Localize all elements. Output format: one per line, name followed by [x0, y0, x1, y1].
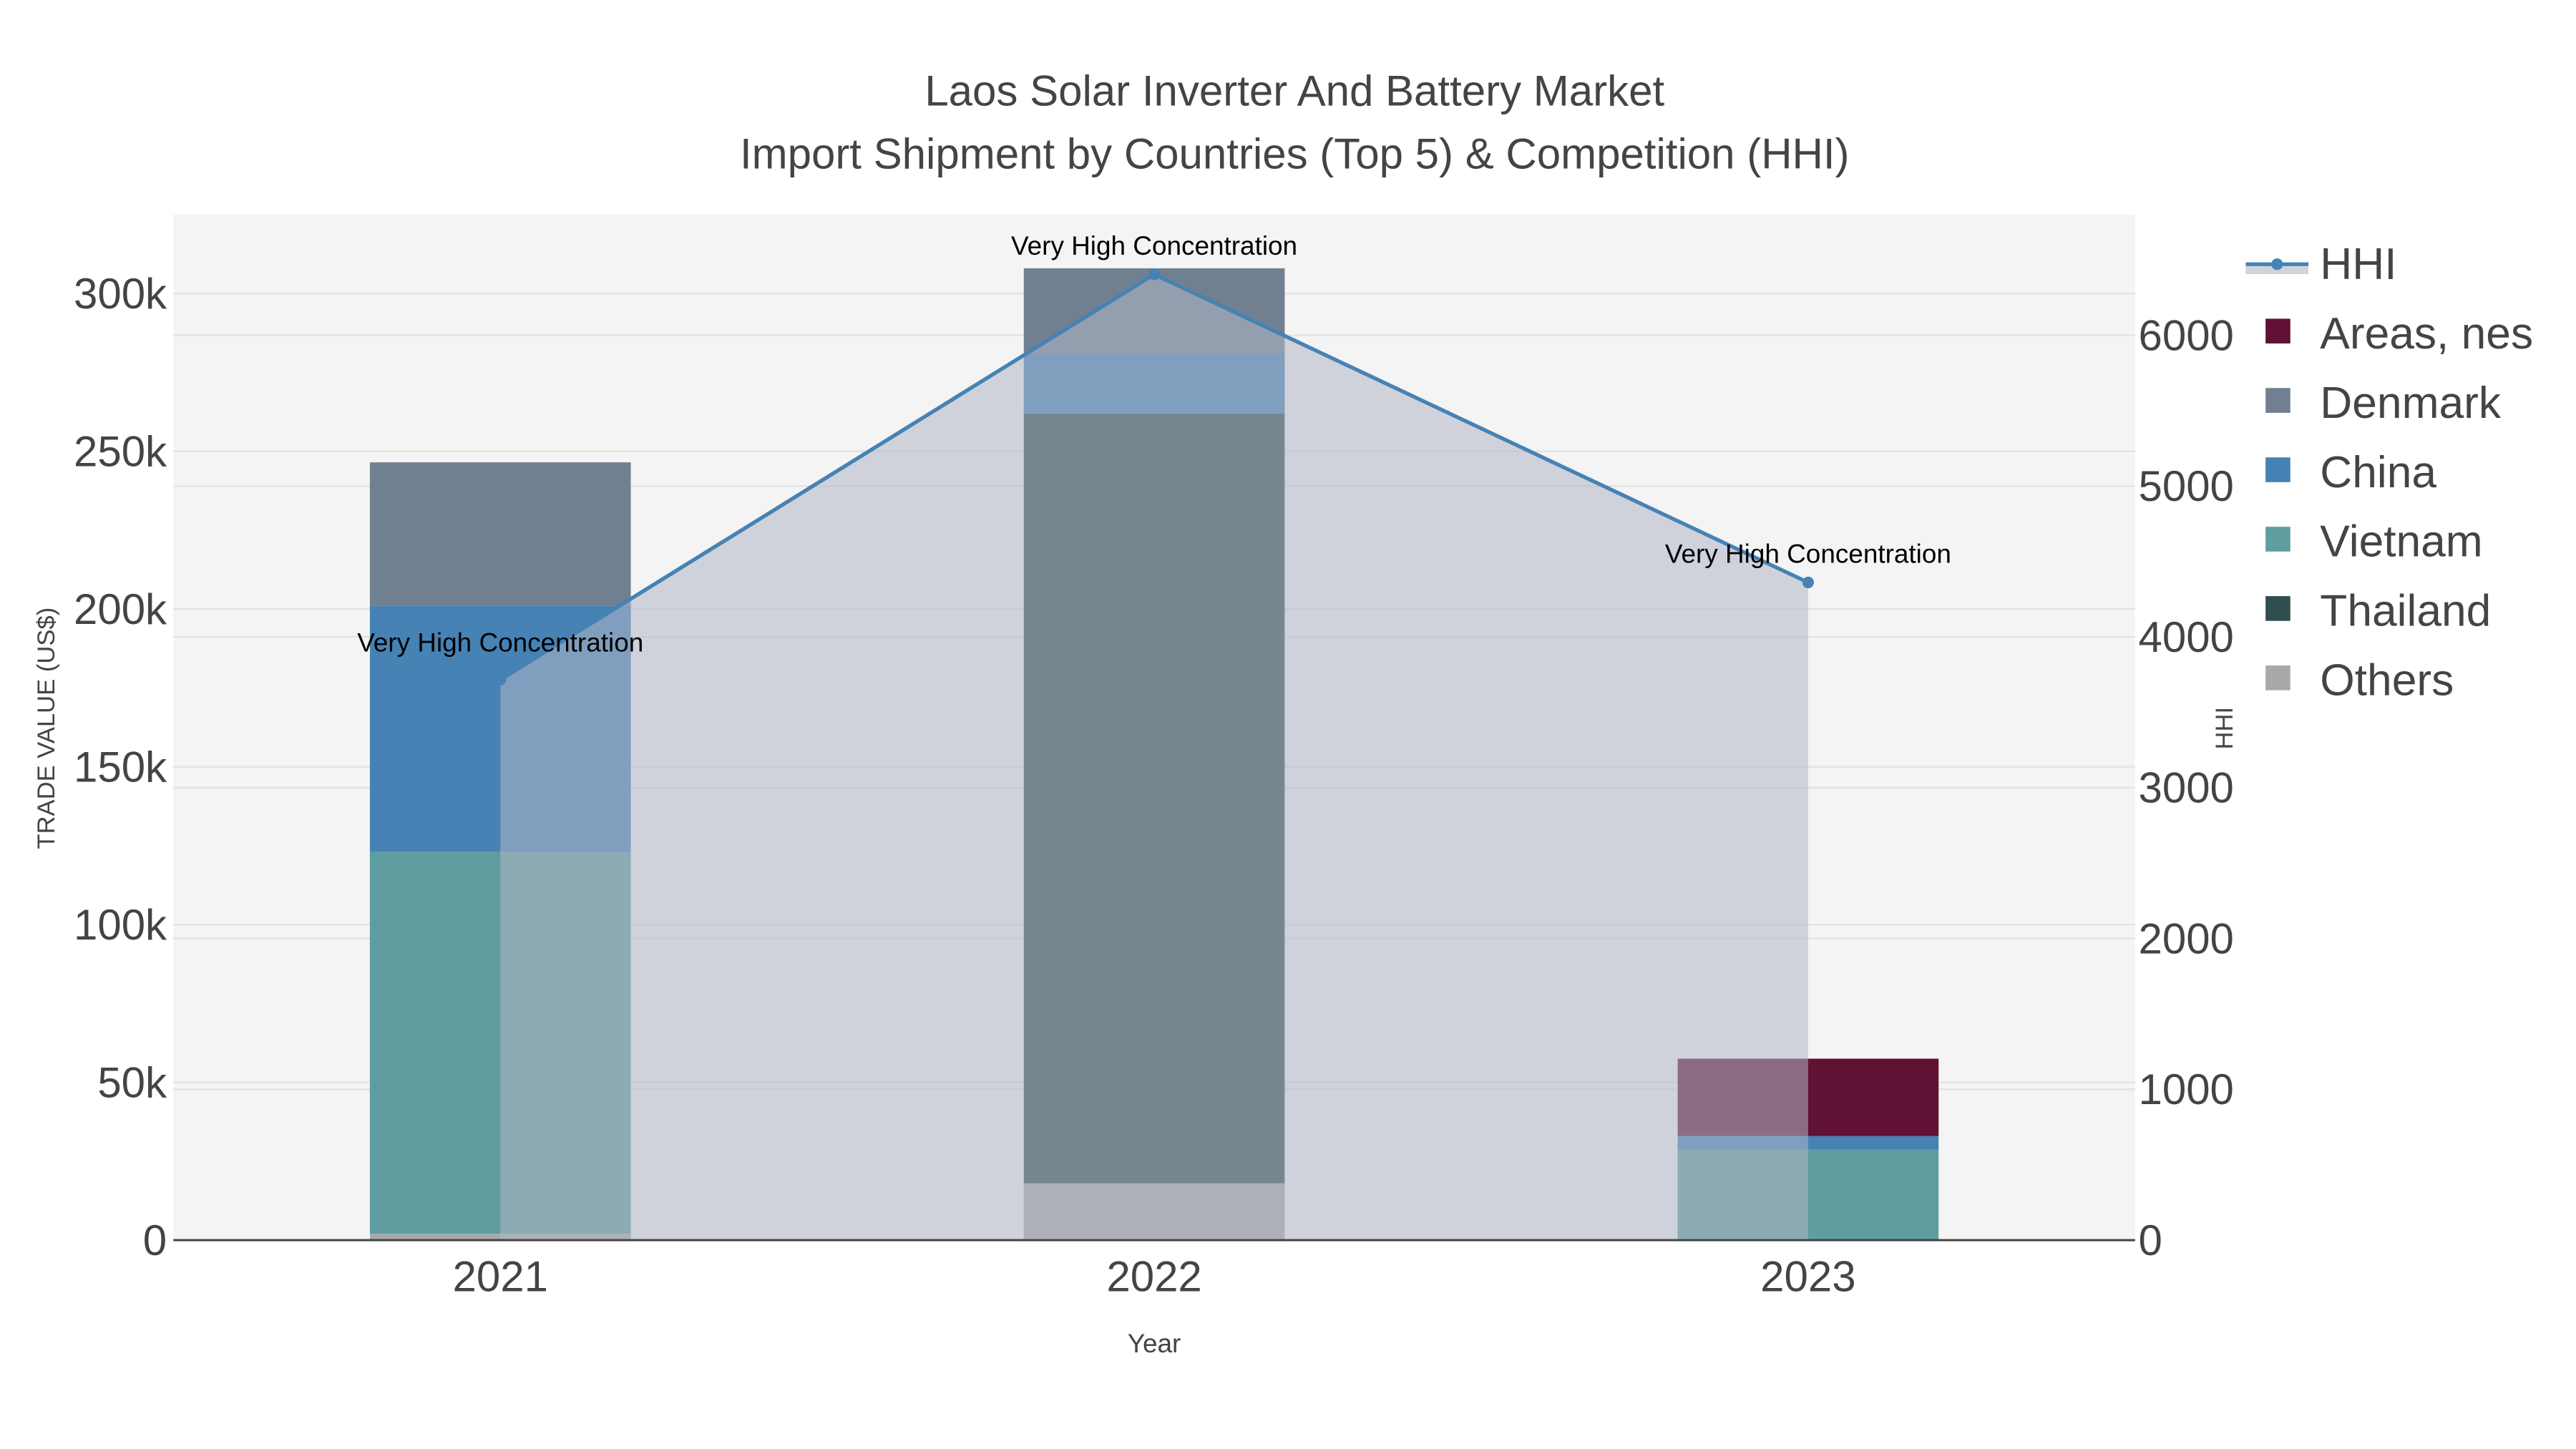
y-tick-label: 100k	[74, 901, 167, 949]
legend-label: Areas, nes	[2320, 309, 2533, 358]
legend-label: Denmark	[2320, 379, 2502, 428]
x-tick-label: 2022	[1106, 1253, 1201, 1301]
legend-swatch-areas-nes	[2265, 318, 2290, 343]
y-tick-label: 200k	[74, 585, 167, 633]
chart-title: Laos Solar Inverter And Battery Market	[924, 67, 1664, 115]
legend-label: China	[2320, 448, 2436, 497]
x-axis-title: Year	[1128, 1329, 1181, 1358]
y2-tick-label: 5000	[2138, 462, 2233, 510]
legend-swatch-denmark	[2265, 388, 2290, 413]
y2-axis-title: HHI	[2211, 707, 2238, 750]
y2-tick-label: 2000	[2138, 914, 2233, 962]
hhi-annotation: Very High Concentration	[1011, 231, 1297, 260]
legend-swatch-vietnam	[2265, 527, 2290, 552]
legend-swatch-china	[2265, 457, 2290, 482]
y-tick-label: 50k	[97, 1058, 167, 1106]
y-tick-label: 250k	[74, 427, 167, 475]
chart: Very High Concentration Very High Concent…	[0, 0, 2576, 1449]
y2-tick-label: 4000	[2138, 613, 2233, 661]
y-tick-label: 300k	[74, 270, 167, 318]
y-axis-title: TRADE VALUE (US$)	[33, 608, 60, 849]
x-tick-label: 2023	[1760, 1253, 1855, 1301]
legend-label: Thailand	[2320, 587, 2491, 636]
hhi-annotation: Very High Concentration	[1665, 539, 1951, 568]
legend-label: Vietnam	[2320, 517, 2482, 567]
y2-tick-label: 1000	[2138, 1065, 2233, 1113]
legend-hhi-marker	[2271, 258, 2283, 270]
legend-swatch-others	[2265, 665, 2290, 691]
hhi-annotation: Very High Concentration	[357, 628, 643, 658]
hhi-point-2023	[1802, 576, 1814, 589]
y2-tick-label: 6000	[2138, 311, 2233, 359]
y2-tick-label: 0	[2138, 1216, 2162, 1264]
y2-tick-label: 3000	[2138, 764, 2233, 812]
legend-label: Others	[2320, 656, 2454, 706]
legend-swatch-thailand	[2265, 596, 2290, 621]
legend-label: HHI	[2320, 240, 2396, 289]
chart-subtitle: Import Shipment by Countries (Top 5) & C…	[740, 130, 1850, 177]
bar-denmark-2021	[369, 462, 631, 606]
y-tick-label: 150k	[74, 743, 167, 791]
y-tick-label: 0	[143, 1216, 167, 1264]
hhi-point-2021	[494, 673, 507, 686]
x-tick-label: 2021	[452, 1253, 547, 1301]
hhi-point-2022	[1148, 268, 1161, 280]
